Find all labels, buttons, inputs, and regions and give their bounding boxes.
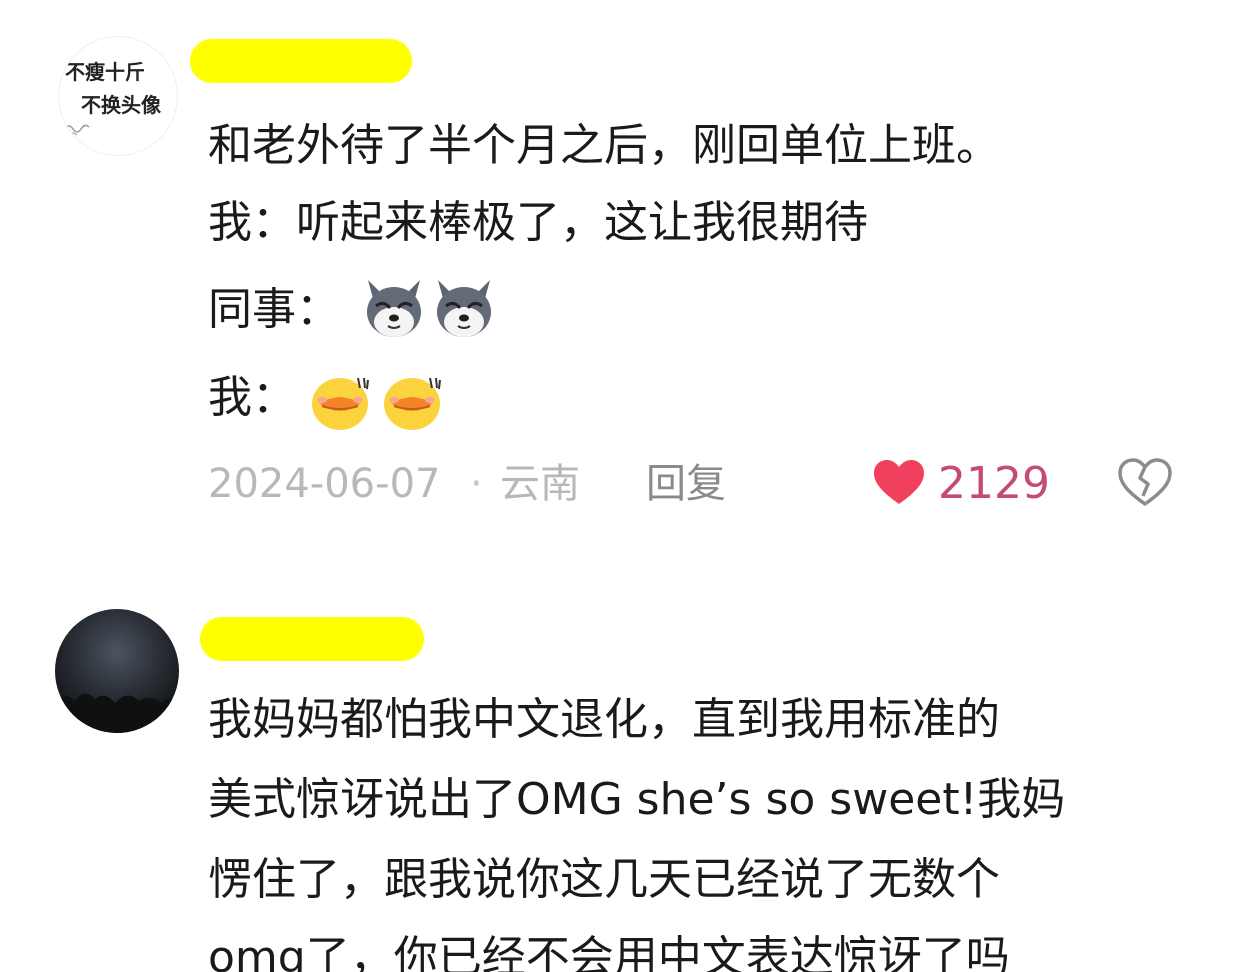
broken-heart-icon[interactable] bbox=[1118, 456, 1172, 510]
emoji-group bbox=[308, 372, 446, 432]
comment-text-line: 我妈妈都怕我中文退化，直到我用标准的 bbox=[208, 694, 1000, 745]
comment-text-line: 我：听起来棒极了，这让我很期待 bbox=[208, 197, 868, 248]
husky-dog-emoji bbox=[437, 280, 491, 337]
husky-dog-emoji bbox=[367, 280, 421, 337]
comment-item: 我妈妈都怕我中文退化，直到我用标准的 美式惊讶说出了OMG she’s so s… bbox=[0, 590, 1238, 972]
comment-text-line: 愣住了，跟我说你这几天已经说了无数个 bbox=[208, 854, 1000, 905]
comment-text-line: 和老外待了半个月之后，刚回单位上班。 bbox=[208, 120, 1000, 171]
heart-icon[interactable] bbox=[872, 456, 926, 510]
like-count: 2129 bbox=[938, 458, 1050, 509]
comment-feed: 不瘦十斤 不换头像 和老外待了半个月之后，刚回单位上班。 我：听起来棒极了，这让… bbox=[0, 0, 1238, 972]
comment-meta: 2024-06-07 · 云南 回复 2129 bbox=[208, 456, 1188, 512]
meta-separator: · bbox=[470, 461, 483, 507]
username-redacted[interactable] bbox=[190, 39, 412, 83]
shy-duck-emoji bbox=[384, 377, 441, 430]
avatar-text-line: 不换头像 bbox=[81, 93, 161, 117]
avatar[interactable]: 不瘦十斤 不换头像 bbox=[58, 36, 178, 156]
comment-text-line: 同事： bbox=[208, 284, 340, 335]
emoji-group bbox=[362, 276, 496, 340]
comment-text-line: 我： bbox=[208, 372, 296, 423]
reply-button[interactable]: 回复 bbox=[646, 456, 726, 512]
shy-duck-emoji bbox=[312, 377, 369, 430]
night-landscape bbox=[55, 693, 179, 733]
comment-text-line: 美式惊讶说出了OMG she’s so sweet!我妈 bbox=[208, 774, 1066, 825]
username-redacted[interactable] bbox=[200, 617, 424, 661]
comment-date: 2024-06-07 bbox=[208, 461, 441, 507]
comment-item: 不瘦十斤 不换头像 和老外待了半个月之后，刚回单位上班。 我：听起来棒极了，这让… bbox=[0, 0, 1238, 560]
scribble-icon bbox=[64, 124, 90, 136]
avatar[interactable] bbox=[55, 609, 179, 733]
comment-location: 云南 bbox=[500, 461, 580, 507]
avatar-text-line: 不瘦十斤 bbox=[65, 60, 145, 84]
comment-text-line: omg了，你已经不会用中文表达惊讶了吗 bbox=[208, 932, 1010, 972]
